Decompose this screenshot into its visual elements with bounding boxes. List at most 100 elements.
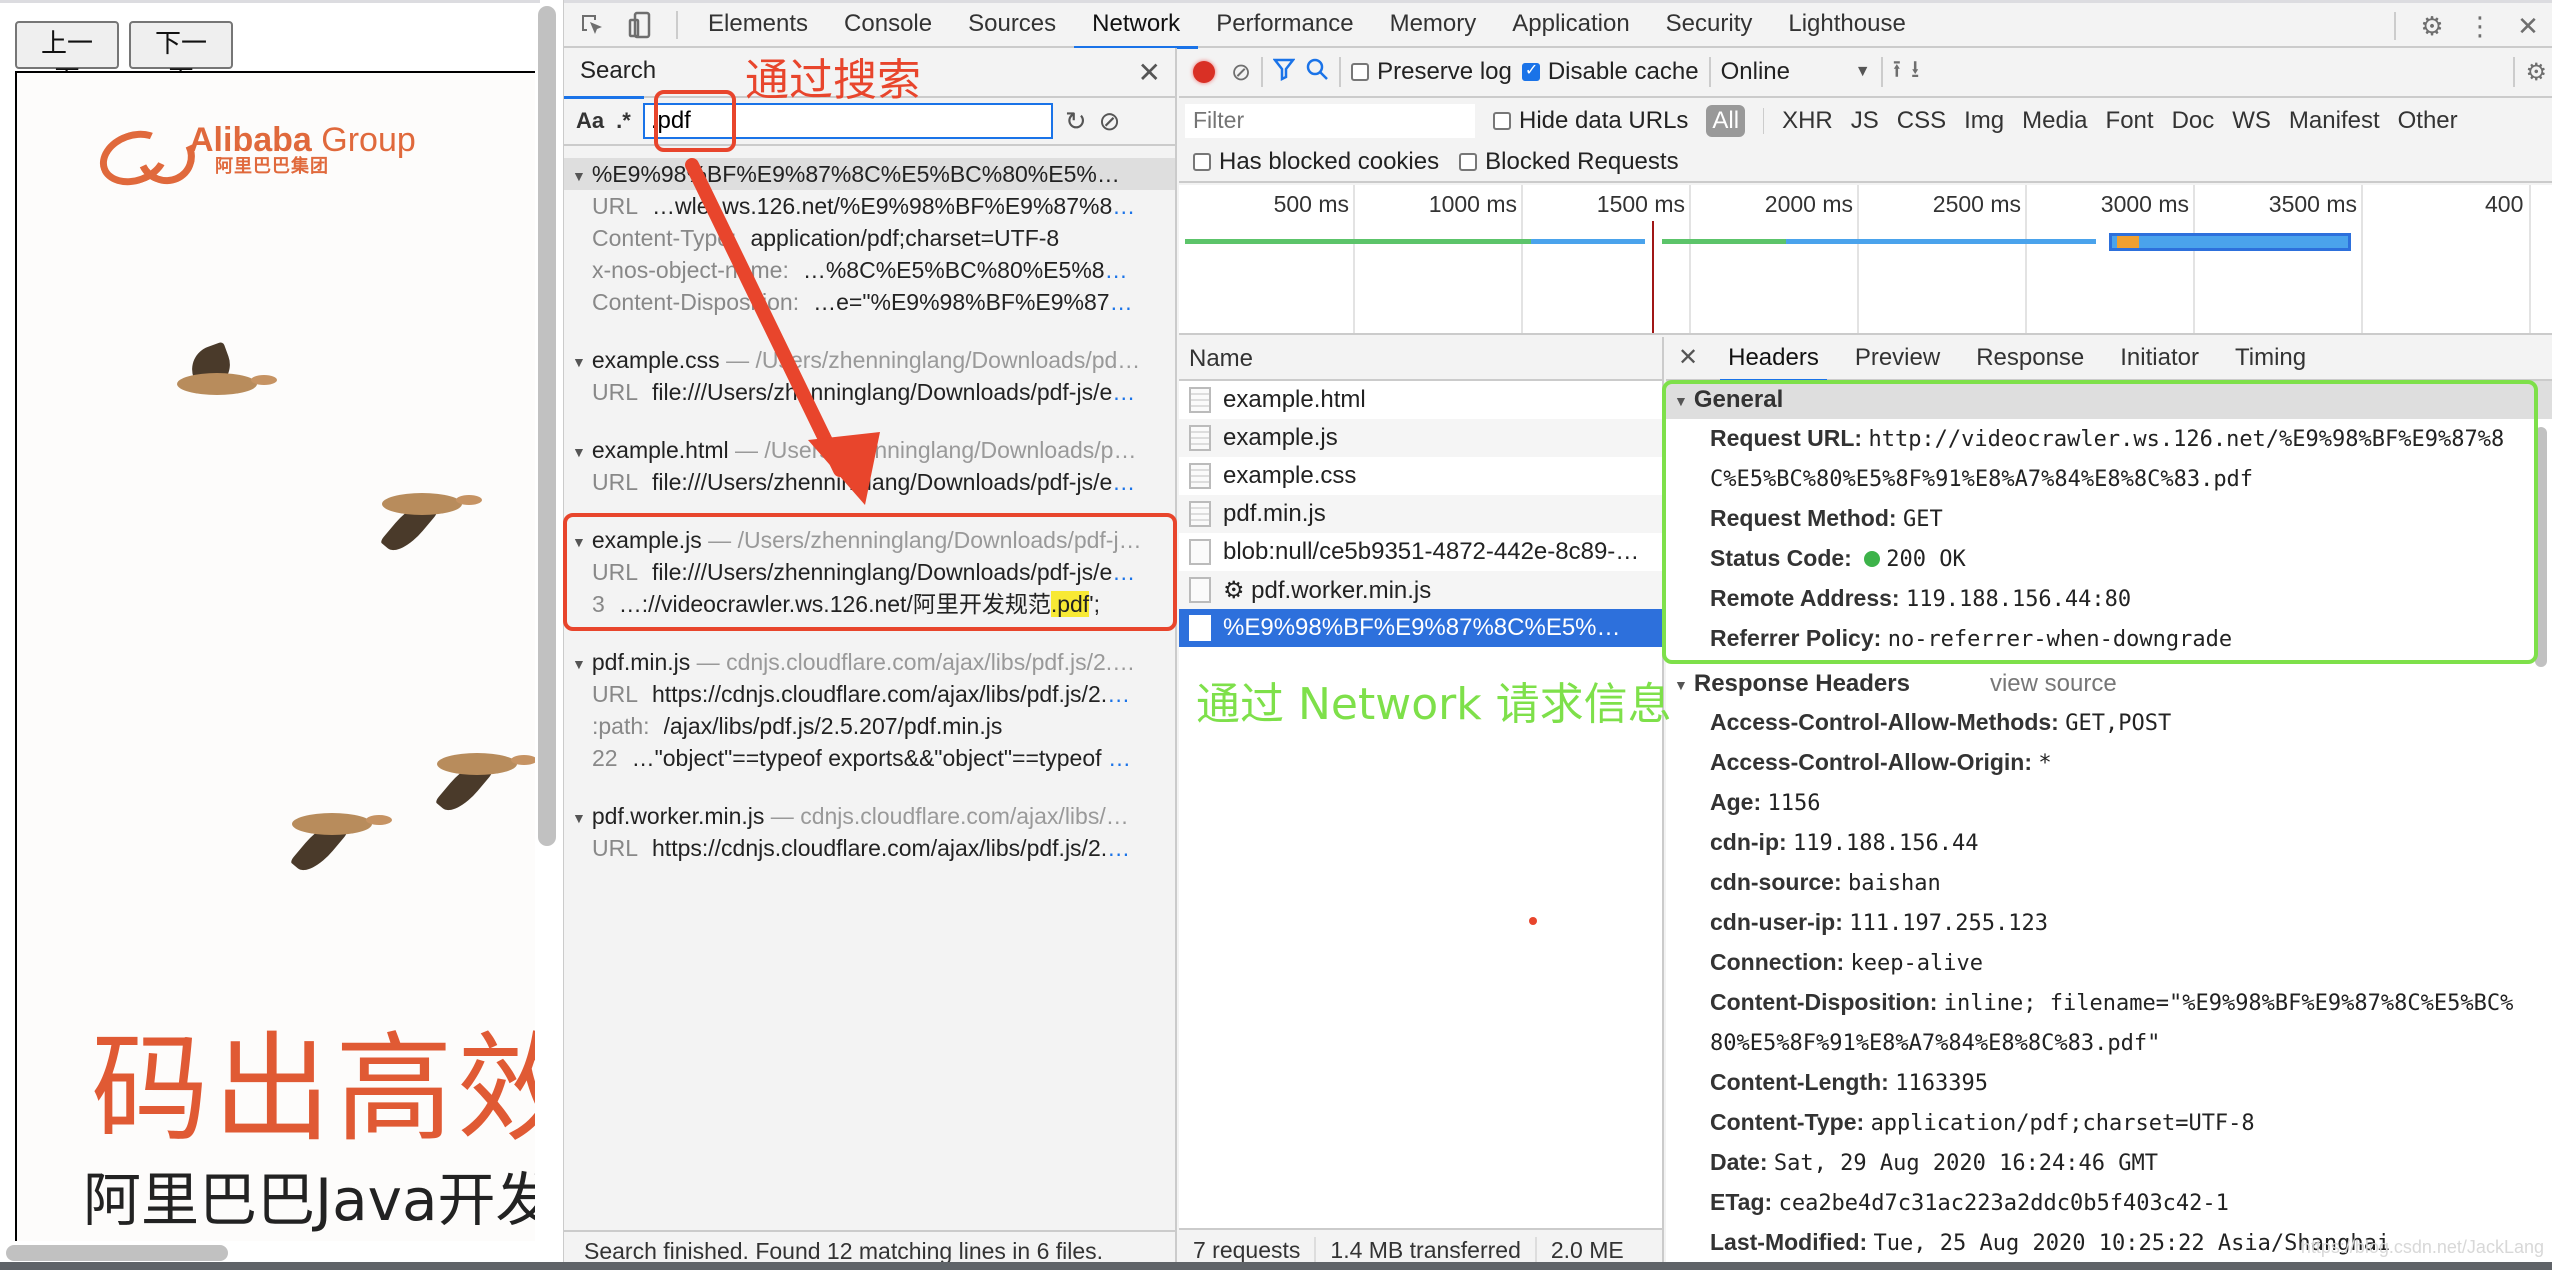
refresh-icon[interactable]: ↻: [1065, 106, 1087, 137]
result-file-header[interactable]: ▼ pdf.min.js — cdnjs.cloudflare.com/ajax/…: [564, 646, 1175, 678]
expand-triangle-icon[interactable]: ▼: [572, 168, 586, 184]
tab-lighthouse[interactable]: Lighthouse: [1770, 2, 1923, 48]
tab-network[interactable]: Network: [1074, 2, 1199, 49]
export-har-icon[interactable]: ⭳: [1911, 52, 1919, 93]
regex-toggle[interactable]: .*: [616, 108, 631, 134]
expand-triangle-icon[interactable]: ▼: [572, 656, 586, 672]
result-file-header[interactable]: ▼ %E9%98%BF%E9%87%8C%E5%BC%80%E5%…: [564, 158, 1175, 190]
alibaba-logo-icon: [97, 124, 183, 174]
expand-triangle-icon[interactable]: ▼: [572, 444, 586, 460]
network-settings-icon[interactable]: ⚙: [2525, 58, 2547, 87]
tab-elements[interactable]: Elements: [690, 2, 826, 48]
type-filter-manifest[interactable]: Manifest: [2289, 107, 2380, 135]
vertical-scrollbar[interactable]: [538, 6, 556, 846]
device-toolbar-icon[interactable]: [616, 3, 664, 47]
timeline-selected-bar[interactable]: [2109, 233, 2351, 251]
type-filter-css[interactable]: CSS: [1897, 107, 1946, 135]
search-match-line[interactable]: URL https://cdnjs.cloudflare.com/ajax/lib…: [564, 832, 1175, 864]
prev-page-button[interactable]: 上一页: [15, 21, 119, 96]
response-headers-section-header[interactable]: ▼ Response Headers view source: [1666, 665, 2552, 703]
throttling-select[interactable]: Online ▼: [1721, 58, 1871, 86]
import-har-icon[interactable]: ⭱: [1893, 52, 1901, 93]
result-file-header[interactable]: ▼ example.css — /Users/zhenninglang/Downl…: [564, 344, 1175, 376]
details-tab-initiator[interactable]: Initiator: [2102, 337, 2217, 380]
search-match-line[interactable]: Content-Disposition: …e="%E9%98%BF%E9%87…: [564, 286, 1175, 318]
tab-sources[interactable]: Sources: [950, 2, 1074, 48]
search-match-line[interactable]: URL file:///Users/zhenninglang/Downloads/…: [564, 466, 1175, 498]
request-row[interactable]: example.html: [1179, 381, 1662, 419]
inspect-element-icon[interactable]: [568, 3, 616, 47]
match-case-toggle[interactable]: Aa: [576, 108, 604, 134]
expand-triangle-icon[interactable]: ▼: [572, 810, 586, 826]
horizontal-scrollbar[interactable]: [6, 1245, 228, 1261]
tab-performance[interactable]: Performance: [1198, 2, 1371, 48]
type-filter-js[interactable]: JS: [1851, 107, 1879, 135]
settings-gear-icon[interactable]: ⚙: [2408, 4, 2456, 48]
blank-file-icon: [1189, 539, 1211, 565]
match-key: 22: [592, 745, 618, 771]
more-options-icon[interactable]: ⋮: [2456, 4, 2504, 48]
pdf-canvas: Alibaba Group 阿里巴巴集团 码出高效 阿里巴巴Java开发: [15, 71, 535, 1241]
close-devtools-icon[interactable]: ✕: [2504, 4, 2552, 48]
hide-data-urls-checkbox[interactable]: Hide data URLs: [1493, 107, 1688, 135]
header-key: Last-Modified:: [1710, 1229, 1868, 1255]
expand-triangle-icon[interactable]: ▼: [572, 354, 586, 370]
view-source-link[interactable]: view source: [1990, 670, 2117, 697]
details-tab-timing[interactable]: Timing: [2217, 337, 2324, 380]
disable-cache-checkbox[interactable]: Disable cache: [1521, 58, 1699, 86]
tab-security[interactable]: Security: [1648, 2, 1771, 48]
blocked-requests-checkbox[interactable]: Blocked Requests: [1459, 148, 1679, 176]
search-match-line[interactable]: URL …wler.ws.126.net/%E9%98%BF%E9%87%8…: [564, 190, 1175, 222]
search-match-line[interactable]: URL https://cdnjs.cloudflare.com/ajax/lib…: [564, 678, 1175, 710]
search-match-line[interactable]: URL file:///Users/zhenninglang/Downloads/…: [564, 376, 1175, 408]
has-blocked-cookies-checkbox[interactable]: Has blocked cookies: [1193, 148, 1439, 176]
next-page-button[interactable]: 下一页: [129, 21, 233, 96]
timeline-overview[interactable]: 500 ms 1000 ms 1500 ms 2000 ms 2500 ms 3000 m…: [1179, 185, 2552, 335]
details-tab-preview[interactable]: Preview: [1837, 337, 1958, 380]
tab-console[interactable]: Console: [826, 2, 950, 48]
type-filter-media[interactable]: Media: [2022, 107, 2087, 135]
network-annotation: 通过 Network 请求信息: [1196, 679, 1672, 730]
result-file-header[interactable]: ▼ example.html — /Users/zhenninglang/Down…: [564, 434, 1175, 466]
match-value: …%8C%E5%BC%80%E5%8…: [802, 257, 1128, 283]
type-filter-all[interactable]: All: [1706, 104, 1746, 137]
request-row[interactable]: %E9%98%BF%E9%87%8C%E5%…: [1179, 609, 1662, 647]
match-key: :path:: [592, 713, 650, 739]
request-row[interactable]: pdf.min.js: [1179, 495, 1662, 533]
tab-memory[interactable]: Memory: [1372, 2, 1495, 48]
details-tab-headers[interactable]: Headers: [1710, 337, 1837, 382]
request-row[interactable]: blob:null/ce5b9351-4872-442e-8c89-…: [1179, 533, 1662, 571]
details-tab-response[interactable]: Response: [1958, 337, 2102, 380]
request-row[interactable]: example.js: [1179, 419, 1662, 457]
search-match-line[interactable]: 22 …"object"==typeof exports&&"object"==t…: [564, 742, 1175, 774]
clear-search-icon[interactable]: ⊘: [1099, 106, 1121, 137]
request-row[interactable]: example.css: [1179, 457, 1662, 495]
header-key: cdn-ip:: [1710, 829, 1787, 855]
search-tab[interactable]: Search: [564, 47, 672, 99]
filter-icon[interactable]: [1272, 57, 1296, 88]
blank-file-icon: [1189, 615, 1211, 641]
record-button[interactable]: [1193, 61, 1215, 83]
timeline-bar-waiting: [1185, 239, 1532, 244]
type-filter-img[interactable]: Img: [1964, 107, 2004, 135]
filter-input[interactable]: [1185, 103, 1475, 138]
type-filter-xhr[interactable]: XHR: [1782, 107, 1833, 135]
search-match-line[interactable]: x-nos-object-name: …%8C%E5%BC%80%E5%8…: [564, 254, 1175, 286]
search-match-line[interactable]: Content-Type: application/pdf;charset=UTF…: [564, 222, 1175, 254]
close-search-icon[interactable]: ✕: [1138, 56, 1161, 89]
tab-application[interactable]: Application: [1494, 2, 1647, 48]
close-details-icon[interactable]: ✕: [1666, 337, 1710, 380]
type-filter-doc[interactable]: Doc: [2172, 107, 2215, 135]
search-result-file: ▼ example.css — /Users/zhenninglang/Downl…: [564, 344, 1175, 408]
search-match-line[interactable]: :path: /ajax/libs/pdf.js/2.5.207/pdf.min.…: [564, 710, 1175, 742]
name-column-header[interactable]: Name: [1179, 337, 1662, 381]
preserve-log-checkbox[interactable]: Preserve log: [1351, 58, 1512, 86]
type-filter-other[interactable]: Other: [2398, 107, 2458, 135]
result-file-header[interactable]: ▼ pdf.worker.min.js — cdnjs.cloudflare.co…: [564, 800, 1175, 832]
result-file-path: — /Users/zhenninglang/Downloads/p…: [728, 437, 1137, 463]
request-row[interactable]: ⚙ pdf.worker.min.js: [1179, 571, 1662, 609]
search-icon[interactable]: [1305, 57, 1329, 88]
type-filter-font[interactable]: Font: [2106, 107, 2154, 135]
type-filter-ws[interactable]: WS: [2232, 107, 2271, 135]
clear-icon[interactable]: ⊘: [1231, 58, 1251, 87]
